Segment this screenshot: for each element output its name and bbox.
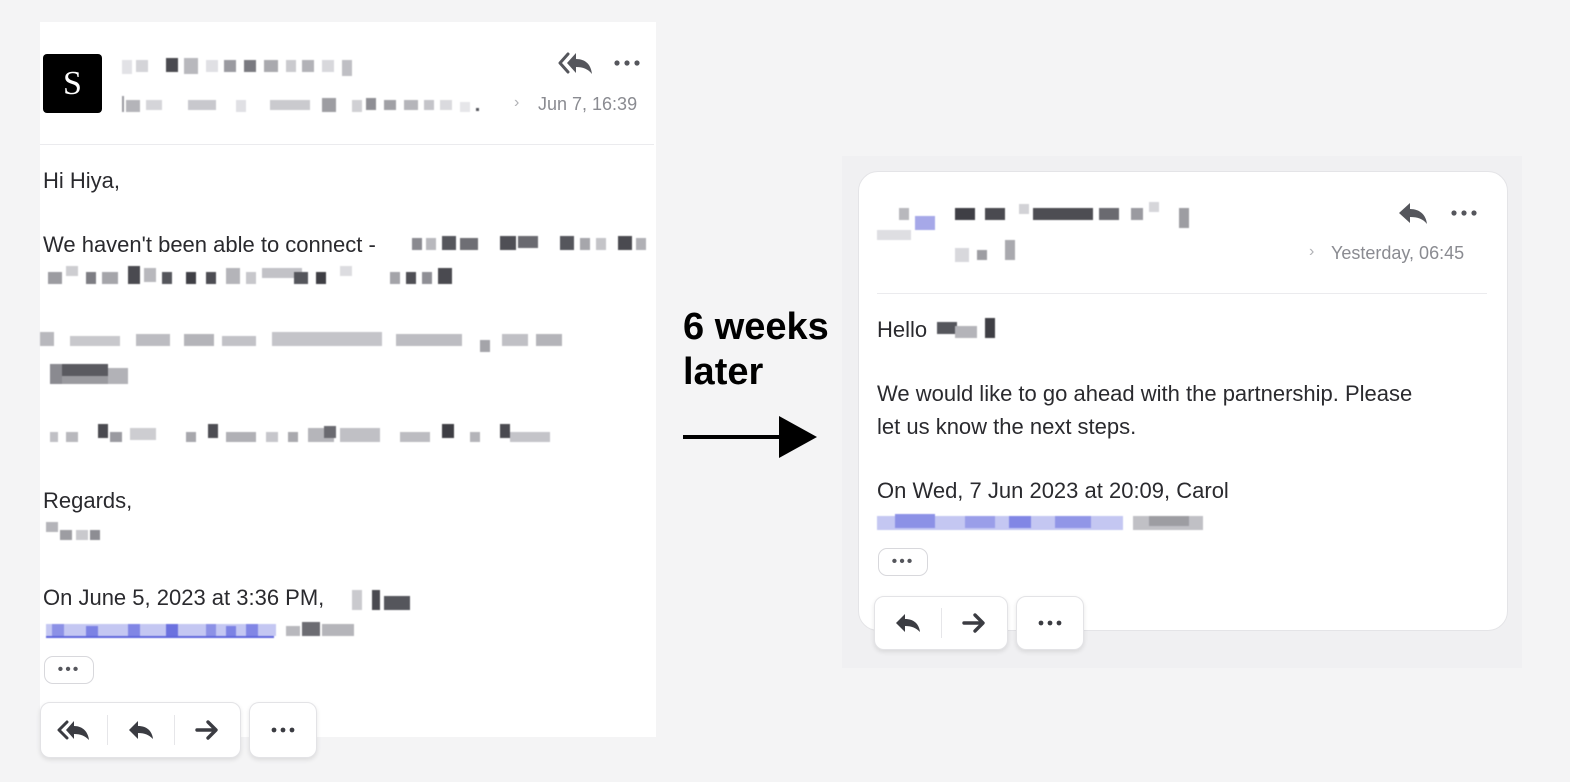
paragraph-1-text: We haven't been able to connect - — [43, 232, 376, 257]
ellipsis-label: ••• — [891, 553, 915, 570]
reply-icon[interactable] — [108, 703, 174, 757]
email-date: Yesterday, 06:45 — [1331, 243, 1465, 263]
reply-icon[interactable] — [875, 597, 941, 649]
reply-all-icon[interactable] — [556, 48, 596, 78]
email-date: Jun 7, 16:39 — [538, 94, 638, 114]
show-quoted-text-button[interactable]: ••• — [878, 548, 928, 576]
more-icon[interactable] — [610, 50, 644, 76]
left-more-button[interactable] — [249, 702, 317, 758]
show-quoted-text-button[interactable]: ••• — [44, 656, 94, 684]
ellipsis-label: ••• — [57, 661, 81, 678]
reply-all-icon[interactable] — [41, 703, 107, 757]
sender-avatar: S — [43, 54, 102, 113]
body-line-2: let us know the next steps. — [877, 414, 1137, 439]
greeting: Hello — [877, 317, 928, 342]
left-action-toolbar — [40, 702, 241, 758]
header-divider — [40, 144, 654, 145]
quote-header: On Wed, 7 Jun 2023 at 20:09, Carol — [877, 478, 1229, 503]
more-icon[interactable] — [1447, 200, 1481, 226]
time-caption: 6 weeks later — [683, 306, 829, 393]
header-divider — [877, 293, 1487, 294]
body-line-1: We would like to go ahead with the partn… — [877, 381, 1413, 406]
right-action-toolbar — [874, 596, 1008, 650]
avatar-letter: S — [63, 64, 82, 102]
reply-icon[interactable] — [1395, 198, 1431, 228]
closing: Regards, — [43, 488, 133, 513]
greeting: Hi Hiya, — [43, 168, 121, 193]
more-icon — [271, 727, 295, 733]
right-more-button[interactable] — [1016, 596, 1084, 650]
quote-header: On June 5, 2023 at 3:36 PM, — [43, 585, 325, 610]
forward-icon[interactable] — [175, 703, 240, 757]
arrow-right-icon — [683, 416, 817, 458]
reply-email-card: › Yesterday, 06:45 Hello We would like t… — [858, 171, 1508, 631]
forward-icon[interactable] — [942, 597, 1007, 649]
original-email-card: S › Jun 7, 16:39 Hi Hiya, We haven't bee… — [40, 22, 656, 737]
more-icon — [1038, 620, 1062, 626]
chevron-right-icon[interactable]: › — [514, 94, 519, 112]
chevron-right-icon[interactable]: › — [1309, 243, 1314, 261]
